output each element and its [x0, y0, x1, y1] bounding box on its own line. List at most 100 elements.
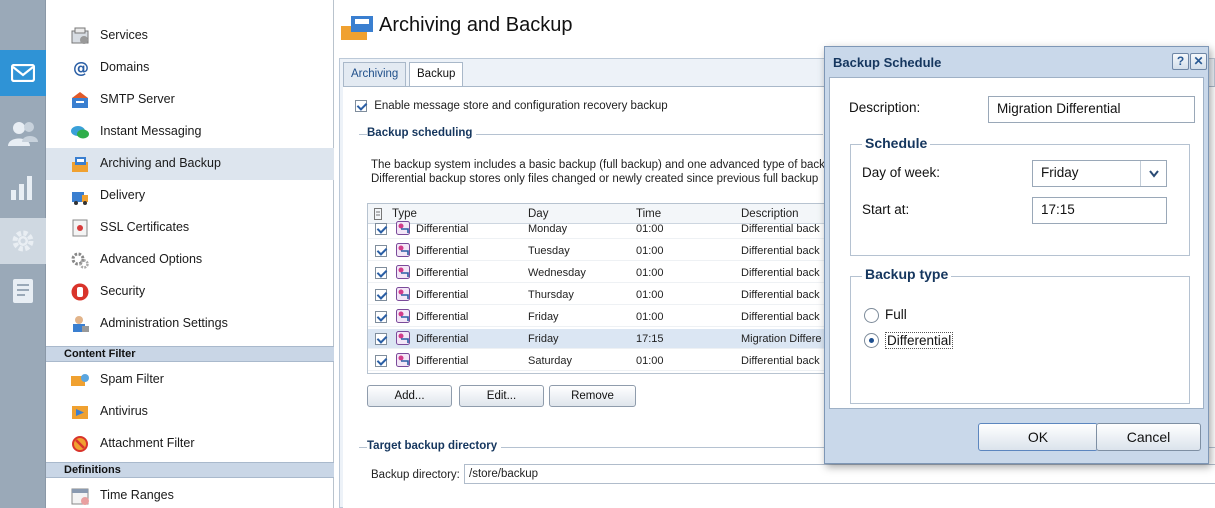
- table-row[interactable]: Differential Monday 01:00 Differential back: [368, 219, 834, 239]
- configuration-rail-button[interactable]: [0, 218, 46, 264]
- delivery-icon: [72, 192, 88, 205]
- backup-type-full-label[interactable]: Full: [885, 307, 907, 322]
- nav-item-administration-settings[interactable]: Administration Settings: [46, 308, 334, 340]
- nav-label-advanced-options: Advanced Options: [100, 252, 203, 266]
- table-row[interactable]: Differential Thursday 01:00 Differential ba…: [368, 285, 834, 305]
- nav-label-spam-filter: Spam Filter: [100, 372, 164, 386]
- nav-item-instant-messaging[interactable]: Instant Messaging: [46, 116, 334, 148]
- nav-label-administration-settings: Administration Settings: [100, 316, 228, 330]
- cell-time: 01:00: [636, 289, 664, 301]
- close-button[interactable]: ✕: [1190, 53, 1207, 70]
- backup-type-differential-label[interactable]: Differential: [885, 332, 954, 349]
- enable-backup-checkbox[interactable]: [355, 100, 367, 112]
- row-enabled-checkbox[interactable]: [375, 267, 387, 279]
- nav-item-delivery[interactable]: Delivery: [46, 180, 334, 212]
- dialog-body: Description: Migration Differential Sche…: [829, 77, 1204, 409]
- nav-label-archiving-and-backup: Archiving and Backup: [100, 156, 221, 170]
- cell-day: Saturday: [528, 355, 573, 367]
- row-enabled-checkbox[interactable]: [375, 245, 387, 257]
- stop-hand-icon: [71, 283, 89, 301]
- cell-description: Migration Differe: [741, 333, 822, 345]
- cell-description: Differential back: [741, 267, 820, 279]
- tab-archiving[interactable]: Archiving: [343, 62, 407, 86]
- nav-item-time-ranges[interactable]: Time Ranges: [46, 480, 334, 508]
- differential-backup-icon: [396, 309, 410, 323]
- nav-item-antivirus[interactable]: Antivirus: [46, 396, 334, 428]
- help-icon: ?: [1176, 54, 1185, 68]
- calendar-icon: [71, 488, 89, 505]
- backup-directory-input[interactable]: /store/backup: [464, 464, 1215, 484]
- nav-item-smtp-server[interactable]: SMTP Server: [46, 84, 334, 116]
- cell-type: Differential: [416, 223, 469, 235]
- services-icon: [71, 27, 89, 44]
- edit-button[interactable]: Edit...: [459, 385, 544, 407]
- nav-section-content-filter: Content Filter: [46, 346, 334, 362]
- nav-item-spam-filter[interactable]: Spam Filter: [46, 364, 334, 396]
- ok-button[interactable]: OK: [978, 423, 1098, 451]
- users-rail-button[interactable]: [0, 110, 46, 156]
- description-label: Description:: [849, 100, 921, 115]
- table-row[interactable]: Differential Saturday 01:00 Differential ba…: [368, 351, 834, 371]
- statistics-rail-button[interactable]: [0, 164, 46, 210]
- nav-item-archiving-and-backup[interactable]: Archiving and Backup: [46, 148, 334, 180]
- row-enabled-checkbox[interactable]: [375, 223, 387, 235]
- nav-item-domains[interactable]: @ Domains: [46, 52, 334, 84]
- differential-backup-icon: [396, 243, 410, 257]
- chat-bubbles-icon: [71, 126, 89, 139]
- description-input[interactable]: Migration Differential: [988, 96, 1195, 123]
- row-enabled-checkbox[interactable]: [375, 355, 387, 367]
- cell-time: 01:00: [636, 267, 664, 279]
- mail-rail-button[interactable]: [0, 50, 46, 96]
- antivirus-icon: [72, 406, 88, 419]
- row-enabled-checkbox[interactable]: [375, 333, 387, 345]
- schedule-legend: Schedule: [862, 135, 931, 151]
- backup-type-full-radio[interactable]: [864, 308, 879, 323]
- nav-label-ssl-certificates: SSL Certificates: [100, 220, 190, 234]
- tab-backup[interactable]: Backup: [409, 62, 464, 88]
- cell-description: Differential back: [741, 289, 820, 301]
- backup-directory-label: Backup directory:: [371, 469, 460, 481]
- nav-label-domains: Domains: [100, 60, 150, 74]
- chevron-down-icon[interactable]: [1140, 161, 1166, 186]
- enable-backup-row: Enable message store and configuration r…: [355, 100, 668, 112]
- nav-label-smtp-server: SMTP Server: [100, 92, 175, 106]
- attachment-filter-icon: [72, 436, 88, 452]
- admin-icon: [73, 316, 89, 332]
- backup-scheduling-title: Backup scheduling: [367, 127, 477, 139]
- backup-type-differential-radio[interactable]: [864, 333, 879, 348]
- mail-icon: [11, 64, 35, 82]
- nav-item-ssl-certificates[interactable]: SSL Certificates: [46, 212, 334, 244]
- documents-rail-button[interactable]: [0, 268, 46, 314]
- dialog-title: Backup Schedule: [833, 55, 942, 70]
- start-at-input[interactable]: 17:15: [1032, 197, 1167, 224]
- table-row[interactable]: Differential Wednesday 01:00 Differential b…: [368, 263, 834, 283]
- table-row[interactable]: Differential Friday 17:15 Migration Differe: [368, 329, 834, 349]
- close-icon: ✕: [1193, 54, 1204, 68]
- help-button[interactable]: ?: [1172, 53, 1189, 70]
- document-icon: [13, 279, 33, 303]
- nav-label-delivery: Delivery: [100, 188, 146, 202]
- table-row[interactable]: Differential Friday 01:00 Differential back: [368, 307, 834, 327]
- add-button[interactable]: Add...: [367, 385, 452, 407]
- remove-button[interactable]: Remove: [549, 385, 636, 407]
- spam-icon: [71, 374, 89, 386]
- table-row[interactable]: Differential Tuesday 01:00 Differential bac…: [368, 241, 834, 261]
- nav-item-services[interactable]: Services: [46, 20, 334, 52]
- row-enabled-checkbox[interactable]: [375, 289, 387, 301]
- start-at-label: Start at:: [862, 202, 910, 217]
- cell-time: 17:15: [636, 333, 664, 345]
- cell-type: Differential: [416, 355, 469, 367]
- cancel-button[interactable]: Cancel: [1096, 423, 1201, 451]
- cell-type: Differential: [416, 245, 469, 257]
- cell-type: Differential: [416, 311, 469, 323]
- day-of-week-select[interactable]: Friday: [1032, 160, 1167, 187]
- nav-item-advanced-options[interactable]: Advanced Options: [46, 244, 334, 276]
- nav-item-security[interactable]: Security: [46, 276, 334, 308]
- cell-day: Wednesday: [528, 267, 586, 279]
- differential-backup-icon: [396, 221, 410, 235]
- archive-backup-title-icon: [341, 16, 373, 40]
- stats-icon: [11, 176, 32, 200]
- cell-type: Differential: [416, 267, 469, 279]
- row-enabled-checkbox[interactable]: [375, 311, 387, 323]
- nav-item-attachment-filter[interactable]: Attachment Filter: [46, 428, 334, 460]
